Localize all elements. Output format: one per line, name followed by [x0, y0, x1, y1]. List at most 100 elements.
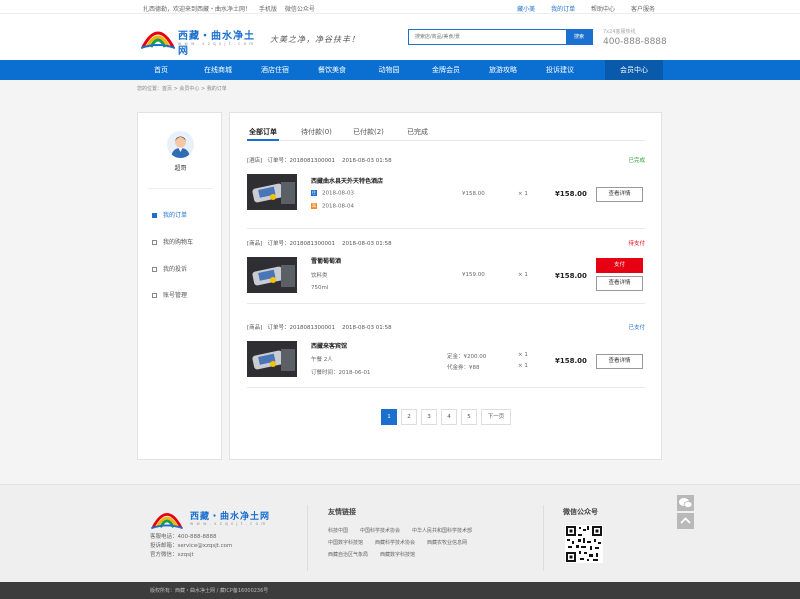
tab-paid[interactable]: 已付款(2): [353, 127, 384, 137]
friend-link[interactable]: 中国数字科技馆: [328, 540, 363, 546]
order-status: 已支付: [628, 325, 645, 331]
sidebar-item-label: 账号管理: [163, 292, 188, 299]
square-bullet-icon: [152, 213, 157, 218]
order-divider: [247, 387, 645, 388]
meal-info: 午餐 2人: [311, 357, 333, 363]
footer-divider: [543, 505, 544, 571]
user-avatar-icon: [171, 136, 190, 158]
tab-pending-payment[interactable]: 待付款(0): [301, 127, 332, 137]
nav-food[interactable]: 餐饮美食: [303, 60, 361, 80]
friend-link[interactable]: 中国科学技术协会: [360, 528, 400, 534]
wechat-link[interactable]: 微信公众号: [285, 6, 315, 13]
page-4[interactable]: 4: [441, 409, 457, 425]
footer-logo[interactable]: 西藏・曲水净土网 w w w . x z q s j t . c o m: [150, 507, 269, 533]
view-details-button[interactable]: 查看详情: [596, 276, 643, 291]
page-1[interactable]: 1: [381, 409, 397, 425]
top-bar-right: 藏小美 我的订单 帮助中心 客户服务: [503, 4, 655, 13]
wechat-title: 微信公众号: [563, 508, 598, 516]
sidebar-item-my-complaints[interactable]: 我的投诉: [152, 264, 222, 273]
product-image-icon: [247, 341, 297, 377]
search-button[interactable]: 搜索: [566, 30, 592, 44]
my-orders-link[interactable]: 我的订单: [551, 6, 575, 13]
help-link[interactable]: 帮助中心: [591, 6, 615, 13]
page-2[interactable]: 2: [401, 409, 417, 425]
friend-link[interactable]: 西藏科学技术协会: [375, 540, 415, 546]
product-category: 饮料类: [311, 273, 328, 279]
search-input[interactable]: [409, 30, 567, 44]
sidebar-item-my-cart[interactable]: 我的购物车: [152, 237, 222, 246]
nav-vip[interactable]: 金牌会员: [417, 60, 475, 80]
unit-price: ¥159.00: [462, 272, 485, 278]
copyright-bar: 版权所有：西藏・曲水净土网 / 藏ICP备16000236号: [0, 582, 800, 599]
nav-travel[interactable]: 旅游攻略: [474, 60, 532, 80]
sidebar-item-account[interactable]: 账号管理: [152, 290, 222, 299]
avatar[interactable]: [167, 131, 194, 158]
mobile-link[interactable]: 手机版: [259, 6, 277, 13]
nav-home[interactable]: 首页: [132, 60, 190, 80]
deposit-price: 定金：¥200.00: [447, 354, 487, 360]
hotline-label: 7x24客服热线: [603, 29, 636, 35]
order-total: ¥158.00: [555, 272, 587, 280]
slogan: 大美之净，净谷扶丰！: [270, 35, 360, 44]
product-image-icon: [247, 257, 297, 293]
nav-mall[interactable]: 在线商城: [189, 60, 247, 80]
nav-hotel[interactable]: 酒店住宿: [246, 60, 304, 80]
product-thumbnail[interactable]: [247, 174, 297, 210]
friend-link[interactable]: 西藏数字科技馆: [380, 552, 415, 558]
logo-url: w w w . x z q s j t . c o m: [178, 41, 255, 46]
friend-link[interactable]: 科技中国: [328, 528, 348, 534]
friend-link[interactable]: 西藏农牧业信息网: [427, 540, 467, 546]
sidebar-item-label: 我的购物车: [163, 239, 194, 246]
product-name[interactable]: 西藏曲水县天外天特色酒店: [311, 176, 383, 185]
booking-time: 订餐时间：2018-06-01: [311, 370, 371, 376]
view-details-button[interactable]: 查看详情: [596, 187, 643, 202]
product-name[interactable]: 西藏来客宾馆: [311, 341, 347, 350]
order-time: 2018-08-03 01:58: [342, 241, 392, 247]
unit-price: ¥158.00: [462, 191, 485, 197]
friend-links: 科技中国 中国科学技术协会 中华人民共和国科学技术部 中国数字科技馆 西藏科学技术协会…: [328, 527, 528, 563]
checkin-date: 住 2018-08-03: [311, 190, 354, 197]
product-thumbnail[interactable]: [247, 341, 297, 377]
back-to-top-button[interactable]: [677, 513, 694, 529]
tab-completed[interactable]: 已完成: [407, 127, 428, 137]
order-header: [酒店] 订单号：2018081300001 2018-08-03 01:58 …: [247, 156, 645, 164]
nav-complaint[interactable]: 投诉建议: [531, 60, 589, 80]
checkin-badge: 住: [311, 190, 317, 196]
sidebar: 超哥 我的订单 我的购物车 我的投诉 账号管理: [137, 112, 222, 460]
checkout-date: 离 2018-08-04: [311, 203, 354, 210]
wechat-qr-code: [565, 525, 603, 563]
friend-link[interactable]: 中华人民共和国科学技术部: [412, 528, 472, 534]
site-logo[interactable]: 西藏・曲水净土网 w w w . x z q s j t . c o m: [140, 25, 261, 57]
order-header: [商品] 订单号：2018081300001 2018-08-03 01:58 …: [247, 239, 645, 247]
footer-phone: 客服电话：400-888-8888: [150, 534, 217, 540]
voucher-price: 代金券：¥88: [447, 365, 480, 371]
page-3[interactable]: 3: [421, 409, 437, 425]
view-details-button[interactable]: 查看详情: [596, 354, 643, 369]
product-thumbnail[interactable]: [247, 257, 297, 293]
order-status: 待支付: [628, 241, 645, 247]
order-type: [酒店]: [247, 158, 263, 164]
user-link[interactable]: 藏小美: [517, 6, 535, 13]
sidebar-item-my-orders[interactable]: 我的订单: [152, 210, 222, 219]
page-5[interactable]: 5: [461, 409, 477, 425]
chevron-up-icon: [680, 517, 691, 524]
order-type: [商品]: [247, 241, 263, 247]
order-time: 2018-08-03 01:58: [342, 158, 392, 164]
quantity: × 1: [518, 352, 528, 358]
footer-divider: [307, 505, 308, 571]
active-tab-underline: [247, 139, 279, 141]
product-name[interactable]: 雪葡萄萄酒: [311, 256, 341, 265]
tab-all-orders[interactable]: 全部订单: [249, 127, 277, 137]
order-number: 订单号：2018081300001: [267, 158, 336, 164]
friend-link[interactable]: 西藏自治区气象局: [328, 552, 368, 558]
footer-wechat: 官方微信：xzqsjt: [150, 552, 194, 558]
next-page-button[interactable]: 下一页: [481, 409, 511, 425]
nav-member-center[interactable]: 会员中心: [605, 60, 663, 80]
pay-button[interactable]: 支付: [596, 258, 643, 273]
copyright-text: 版权所有：西藏・曲水净土网 / 藏ICP备16000236号: [150, 588, 269, 594]
wechat-float-button[interactable]: [677, 495, 694, 511]
nav-zoo[interactable]: 动物园: [360, 60, 418, 80]
search-box: 搜索: [408, 29, 593, 45]
product-spec: 750ml: [311, 285, 329, 291]
service-link[interactable]: 客户服务: [631, 6, 655, 13]
